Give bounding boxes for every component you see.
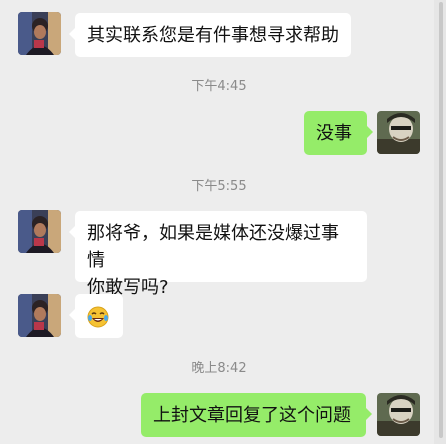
laughing-with-tears-emoji-icon [87, 306, 109, 328]
timestamp: 下午5:55 [191, 179, 247, 194]
message-text: 其实联系您是有件事想寻求帮助 [87, 25, 339, 46]
message-text: 没事 [316, 123, 352, 144]
scrollbar[interactable] [434, 0, 446, 444]
self-avatar[interactable] [377, 111, 420, 154]
message-bubble-incoming[interactable]: 其实联系您是有件事想寻求帮助 [69, 13, 351, 57]
message-text-line: 你敢写吗? [87, 277, 169, 298]
message-bubble-outgoing[interactable]: 上封文章回复了这个问题 [141, 393, 372, 437]
contact-avatar[interactable] [18, 294, 61, 337]
scrollbar-thumb[interactable] [439, 2, 443, 438]
self-avatar[interactable] [377, 393, 420, 436]
timestamp: 晚上8:42 [191, 361, 247, 376]
message-bubble-incoming[interactable]: 那将爷，如果是媒体还没爆过事情 你敢写吗? [69, 211, 367, 298]
chat-window: 其实联系您是有件事想寻求帮助 下午4:45 没事 下午5:55 那将爷，如果是媒… [0, 0, 446, 444]
contact-avatar[interactable] [18, 210, 61, 253]
message-bubble-outgoing[interactable]: 没事 [304, 111, 373, 155]
message-bubble-incoming[interactable] [69, 294, 123, 338]
message-text: 上封文章回复了这个问题 [153, 405, 351, 426]
timestamp: 下午4:45 [191, 79, 247, 94]
message-text-line: 那将爷，如果是媒体还没爆过事情 [87, 223, 339, 271]
contact-avatar[interactable] [18, 12, 61, 55]
